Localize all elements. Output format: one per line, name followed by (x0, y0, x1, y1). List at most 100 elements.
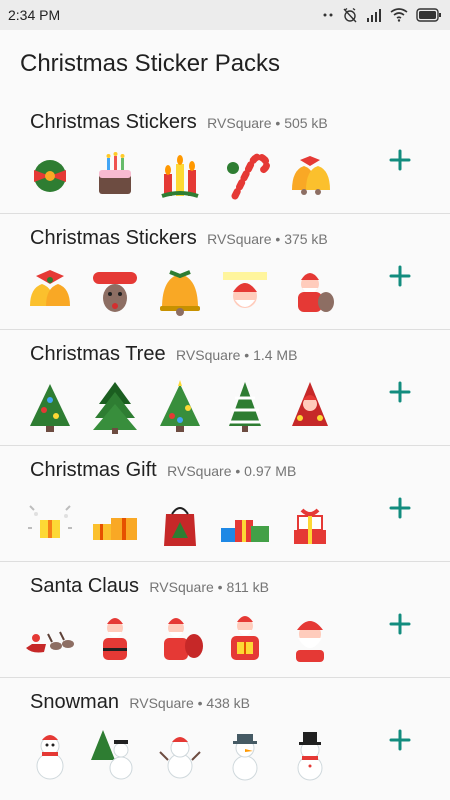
pack-size: 375 kB (284, 231, 328, 247)
plus-icon (389, 497, 411, 519)
sleigh-reindeer-sticker (22, 610, 78, 666)
plus-icon (389, 381, 411, 403)
pack-meta: RVSquare • 375 kB (207, 231, 328, 247)
pack-meta: RVSquare • 505 kB (207, 115, 328, 131)
pack-meta: RVSquare • 811 kB (149, 579, 269, 595)
santa-bag-sticker (152, 610, 208, 666)
snowman-hat-sticker (217, 726, 273, 782)
meta-separator: • (275, 231, 281, 247)
green-tree-sticker (87, 378, 143, 434)
pack-header: Snowman RVSquare • 438 kB (30, 691, 250, 714)
cell-signal-icon (366, 8, 382, 22)
pack-publisher: RVSquare (129, 695, 194, 711)
holly-bow-sticker (22, 146, 78, 202)
pack-size: 811 kB (226, 579, 269, 595)
snowman-tophat-sticker (282, 726, 338, 782)
santa-face-sticker (282, 610, 338, 666)
status-icons (322, 6, 442, 24)
santa-tree-sticker (282, 378, 338, 434)
snowy-tree-sticker (217, 378, 273, 434)
sticker-pack-row[interactable]: Christmas Stickers RVSquare • 505 kB (0, 98, 450, 214)
status-bar: 2:34 PM (0, 0, 450, 30)
signal-dots-icon (322, 9, 334, 21)
jingle-bells-sticker (282, 146, 338, 202)
pack-header: Christmas Gift RVSquare • 0.97 MB (30, 459, 296, 482)
add-pack-button[interactable] (386, 494, 414, 522)
pack-size: 1.4 MB (253, 347, 298, 363)
gold-gifts-sticker (87, 494, 143, 550)
sticker-pack-row[interactable]: Christmas Stickers RVSquare • 375 kB (0, 214, 450, 330)
santa-waving-sticker (87, 610, 143, 666)
gift-pile-sticker (217, 494, 273, 550)
sticker-preview-row (22, 494, 338, 550)
pack-publisher: RVSquare (167, 463, 232, 479)
pack-publisher: RVSquare (176, 347, 241, 363)
plus-icon (389, 265, 411, 287)
add-pack-button[interactable] (386, 610, 414, 638)
plus-icon (389, 729, 411, 751)
bells-bow-sticker (22, 262, 78, 318)
golden-bell-sticker (152, 262, 208, 318)
meta-separator: • (244, 347, 250, 363)
sticker-pack-list: Christmas Stickers RVSquare • 505 kB Chr… (0, 98, 450, 793)
pack-header: Christmas Tree RVSquare • 1.4 MB (30, 343, 297, 366)
pack-publisher: RVSquare (207, 115, 272, 131)
plus-icon (389, 613, 411, 635)
snowman-tree-sticker (87, 726, 143, 782)
sticker-pack-row[interactable]: Santa Claus RVSquare • 811 kB (0, 562, 450, 678)
sticker-preview-row (22, 262, 338, 318)
pack-publisher: RVSquare (207, 231, 272, 247)
pack-meta: RVSquare • 438 kB (129, 695, 250, 711)
pack-meta: RVSquare • 0.97 MB (167, 463, 296, 479)
santa-on-my-way-sticker (217, 262, 273, 318)
battery-icon (416, 8, 442, 22)
pack-size: 505 kB (284, 115, 328, 131)
pack-header: Christmas Stickers RVSquare • 505 kB (30, 111, 328, 134)
pack-header: Christmas Stickers RVSquare • 375 kB (30, 227, 328, 250)
page-title: Christmas Sticker Packs (20, 50, 281, 77)
alarm-off-icon (342, 7, 358, 23)
meta-separator: • (275, 115, 281, 131)
pack-name: Christmas Tree (30, 343, 166, 365)
sticker-preview-row (22, 378, 338, 434)
meta-separator: • (235, 463, 241, 479)
birthday-cake-sticker (87, 146, 143, 202)
plus-icon (389, 149, 411, 171)
santa-presents-sticker (217, 610, 273, 666)
sticker-preview-row (22, 610, 338, 666)
sticker-pack-row[interactable]: Christmas Tree RVSquare • 1.4 MB (0, 330, 450, 446)
meta-separator: • (217, 579, 223, 595)
red-gift-bag-sticker (152, 494, 208, 550)
sparkle-gift-sticker (22, 494, 78, 550)
pack-name: Santa Claus (30, 575, 139, 597)
sticker-preview-row (22, 146, 338, 202)
pack-name: Christmas Stickers (30, 227, 197, 249)
gift-stack-sticker (282, 494, 338, 550)
pack-size: 438 kB (206, 695, 251, 711)
decorated-tree-sticker (152, 378, 208, 434)
sticker-preview-row (22, 726, 338, 782)
pack-publisher: RVSquare (149, 579, 214, 595)
add-pack-button[interactable] (386, 378, 414, 406)
add-pack-button[interactable] (386, 146, 414, 174)
meta-separator: • (197, 695, 203, 711)
add-pack-button[interactable] (386, 262, 414, 290)
status-time: 2:34 PM (8, 7, 61, 23)
snowman-waving-sticker (152, 726, 208, 782)
pack-name: Christmas Gift (30, 459, 157, 481)
pack-header: Santa Claus RVSquare • 811 kB (30, 575, 269, 598)
pack-meta: RVSquare • 1.4 MB (176, 347, 297, 363)
pack-name: Snowman (30, 691, 119, 713)
sticker-pack-row[interactable]: Christmas Gift RVSquare • 0.97 MB (0, 446, 450, 562)
santa-sack-sticker (282, 262, 338, 318)
merry-christmas-reindeer-sticker (87, 262, 143, 318)
tree-ornaments-sticker (22, 378, 78, 434)
add-pack-button[interactable] (386, 726, 414, 754)
candles-sticker (152, 146, 208, 202)
snowman-scarf-sticker (22, 726, 78, 782)
wifi-icon (390, 8, 408, 22)
sticker-pack-row[interactable]: Snowman RVSquare • 438 kB (0, 678, 450, 793)
candy-cane-sticker (217, 146, 273, 202)
pack-name: Christmas Stickers (30, 111, 197, 133)
pack-size: 0.97 MB (244, 463, 297, 479)
